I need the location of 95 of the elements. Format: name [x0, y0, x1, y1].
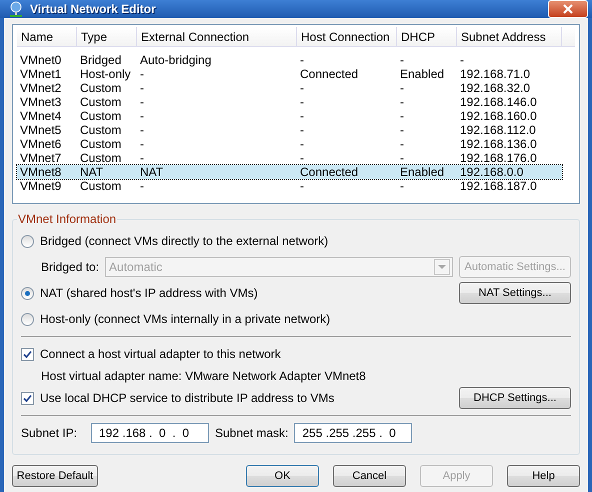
table-cell-text: -: [299, 109, 305, 123]
table-cell-text: VMnet3: [19, 95, 62, 109]
subnet-mask-label: Subnet mask:: [215, 426, 288, 440]
checkbox-label[interactable]: Use local DHCP service to distribute IP address to VMs: [40, 391, 334, 405]
table-cell-text: Connected: [299, 165, 360, 179]
table-cell-text: -: [399, 179, 405, 193]
table-cell-text: -: [139, 137, 145, 151]
radio-label[interactable]: NAT (shared host's IP address with VMs): [40, 286, 258, 300]
table-cell-text: -: [399, 53, 405, 67]
table-cell-text: VMnet2: [19, 81, 62, 95]
dialog-button[interactable]: Cancel: [333, 465, 406, 487]
network-row[interactable]: VMnet3 Custom - - - 192.168.146.0: [17, 95, 562, 109]
table-cell-text: -: [459, 53, 465, 67]
network-row[interactable]: VMnet7 Custom - - - 192.168.176.0: [17, 151, 562, 165]
table-cell-text: VMnet4: [19, 109, 62, 123]
table-cell-text: VMnet8: [19, 165, 62, 179]
radio-label[interactable]: Host-only (connect VMs internally in a private network): [40, 312, 330, 326]
subnet-ip-field[interactable]: 192 .168 . 0 . 0: [91, 423, 209, 443]
table-cell-text: Custom: [79, 137, 122, 151]
table-cell-text: VMnet9: [19, 179, 62, 193]
column-header[interactable]: External Connection: [137, 27, 297, 47]
radio-label[interactable]: Bridged (connect VMs directly to the external network): [40, 234, 328, 248]
restore-default-button[interactable]: Restore Default: [12, 465, 98, 487]
subnet-mask-field[interactable]: 255 .255 .255 . 0: [294, 423, 412, 443]
table-cell-text: VMnet1: [19, 67, 62, 81]
table-cell-text: 192.168.32.0: [459, 81, 532, 95]
network-row[interactable]: VMnet5 Custom - - - 192.168.112.0: [17, 123, 562, 137]
table-cell-text: -: [399, 137, 405, 151]
table-cell-text: -: [299, 95, 305, 109]
dhcp-settings-button[interactable]: DHCP Settings...: [459, 387, 571, 409]
bridged-to-label: Bridged to:: [41, 260, 100, 274]
network-row[interactable]: VMnet1 Host-only - Connected Enabled 192.168.71.0: [17, 67, 562, 81]
table-cell-text: Custom: [79, 95, 122, 109]
table-cell-text: -: [299, 179, 305, 193]
checkbox-label[interactable]: Connect a host virtual adapter to this network: [40, 347, 281, 361]
table-cell-text: -: [299, 137, 305, 151]
table-cell-text: 192.168.136.0: [459, 137, 538, 151]
table-cell-text: -: [139, 179, 145, 193]
table-cell-text: -: [299, 151, 305, 165]
dialog-button[interactable]: OK: [246, 465, 319, 487]
table-cell-text: NAT: [139, 165, 164, 179]
table-cell-text: -: [399, 151, 405, 165]
network-row[interactable]: VMnet2 Custom - - - 192.168.32.0: [17, 81, 562, 95]
table-cell-text: NAT: [79, 165, 104, 179]
table-cell-text: -: [399, 123, 405, 137]
table-cell-text: 192.168.146.0: [459, 95, 538, 109]
table-cell-text: Custom: [79, 179, 122, 193]
table-cell-text: 192.168.112.0: [459, 123, 537, 137]
table-cell-text: -: [139, 67, 145, 81]
table-cell-text: Custom: [79, 123, 122, 137]
table-cell-text: -: [139, 109, 145, 123]
column-header[interactable]: DHCP: [397, 27, 457, 47]
column-header[interactable]: Host Connection: [297, 27, 397, 47]
table-cell-text: Connected: [299, 67, 360, 81]
table-cell-text: -: [399, 109, 405, 123]
table-cell-text: 192.168.176.0: [459, 151, 538, 165]
table-cell-text: -: [399, 81, 405, 95]
table-cell-text: -: [139, 151, 145, 165]
network-row[interactable]: VMnet4 Custom - - - 192.168.160.0: [17, 109, 562, 123]
table-cell-text: -: [139, 123, 145, 137]
adapter-name-text: Host virtual adapter name: VMware Network Adapter VMnet8: [41, 369, 366, 383]
column-header[interactable]: Type: [77, 27, 137, 47]
settings-button[interactable]: NAT Settings...: [459, 282, 571, 304]
table-cell-text: -: [139, 95, 145, 109]
column-header[interactable]: Name: [17, 27, 77, 47]
table-cell-text: -: [299, 123, 305, 137]
table-cell-text: -: [299, 81, 305, 95]
table-cell-text: 192.168.187.0: [459, 179, 538, 193]
table-cell-text: Bridged: [79, 53, 122, 67]
table-cell-text: Auto-bridging: [139, 53, 212, 67]
table-cell-text: Enabled: [399, 67, 446, 81]
table-cell-text: Custom: [79, 81, 122, 95]
network-row[interactable]: VMnet8 NAT NAT Connected Enabled 192.168.0.0: [17, 165, 562, 179]
network-row[interactable]: VMnet6 Custom - - - 192.168.136.0: [17, 137, 562, 151]
table-cell-text: VMnet5: [19, 123, 62, 137]
table-cell-text: Host-only: [79, 67, 132, 81]
table-cell-text: Custom: [79, 151, 122, 165]
network-row[interactable]: VMnet0 Bridged Auto-bridging - - -: [17, 53, 562, 67]
column-header[interactable]: Subnet Address: [457, 27, 562, 47]
table-cell-text: Custom: [79, 109, 122, 123]
dialog-button[interactable]: Help: [507, 465, 580, 487]
table-cell-text: VMnet6: [19, 137, 62, 151]
subnet-ip-label: Subnet IP:: [21, 426, 78, 440]
table-cell-text: 192.168.160.0: [459, 109, 538, 123]
table-cell-text: 192.168.0.0: [459, 165, 524, 179]
table-cell-text: -: [399, 95, 405, 109]
table-cell-text: Enabled: [399, 165, 446, 179]
table-cell-text: VMnet7: [19, 151, 62, 165]
network-row[interactable]: VMnet9 Custom - - - 192.168.187.0: [17, 179, 562, 193]
table-cell-text: VMnet0: [19, 53, 62, 67]
table-cell-text: 192.168.71.0: [459, 67, 532, 81]
window-title: Virtual Network Editor: [30, 2, 157, 16]
group-title: VMnet Information: [17, 212, 118, 226]
table-cell-text: -: [299, 53, 305, 67]
table-cell-text: -: [139, 81, 145, 95]
